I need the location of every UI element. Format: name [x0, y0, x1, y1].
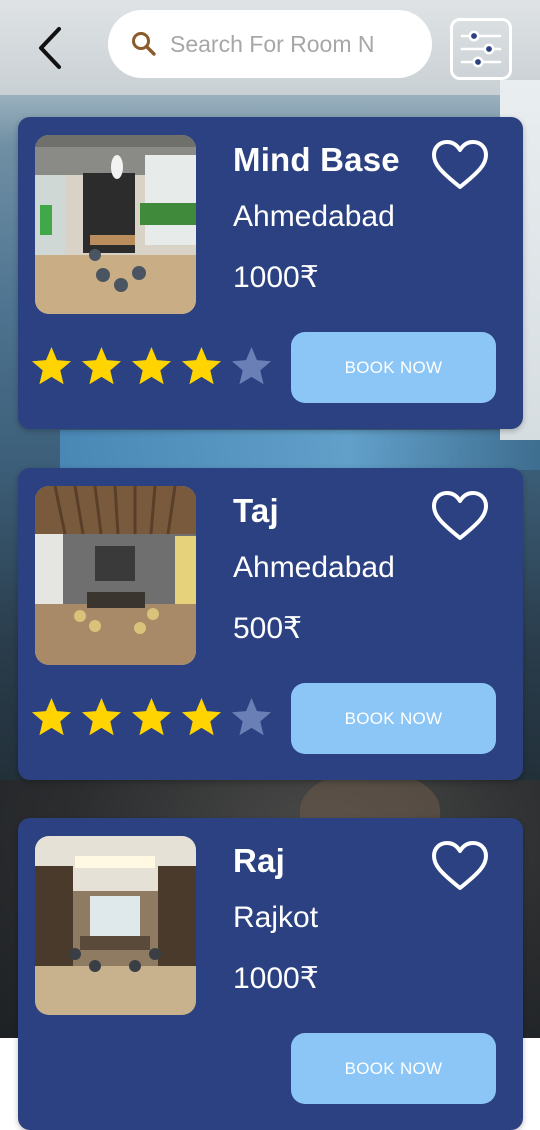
search-bar[interactable]	[108, 10, 432, 78]
star-empty-icon	[231, 697, 272, 736]
room-card[interactable]: Mind Base Ahmedabad 1000₹ BOOK NOW	[18, 117, 523, 429]
room-price: 1000₹	[233, 261, 319, 294]
rating-stars	[30, 696, 273, 740]
heart-icon[interactable]	[430, 838, 490, 894]
search-icon	[132, 32, 156, 56]
room-price: 1000₹	[233, 962, 319, 995]
room-name: Mind Base	[233, 141, 400, 178]
rating-stars	[30, 345, 273, 389]
star-icon	[31, 346, 72, 385]
room-city: Ahmedabad	[233, 551, 395, 584]
book-now-button[interactable]: BOOK NOW	[291, 332, 496, 403]
sliders-filter-icon	[460, 30, 502, 68]
heart-icon[interactable]	[430, 488, 490, 544]
search-input[interactable]	[170, 30, 380, 58]
star-icon	[131, 697, 172, 736]
filter-button[interactable]	[450, 18, 512, 80]
room-photo	[35, 486, 196, 665]
star-icon	[81, 697, 122, 736]
room-name: Taj	[233, 492, 279, 529]
room-city: Ahmedabad	[233, 200, 395, 233]
star-icon	[131, 346, 172, 385]
background-wall	[60, 430, 540, 470]
star-icon	[31, 697, 72, 736]
room-price: 500₹	[233, 612, 303, 645]
room-photo	[35, 135, 196, 314]
book-now-button[interactable]: BOOK NOW	[291, 683, 496, 754]
back-button[interactable]	[26, 22, 74, 74]
room-card[interactable]: Taj Ahmedabad 500₹ BOOK NOW	[18, 468, 523, 780]
room-name: Raj	[233, 842, 285, 879]
book-now-button[interactable]: BOOK NOW	[291, 1033, 496, 1104]
star-icon	[81, 346, 122, 385]
star-icon	[181, 346, 222, 385]
room-photo	[35, 836, 196, 1015]
heart-icon[interactable]	[430, 137, 490, 193]
star-empty-icon	[231, 346, 272, 385]
back-arrow-icon	[39, 27, 61, 69]
room-card[interactable]: Raj Rajkot 1000₹ BOOK NOW	[18, 818, 523, 1130]
star-icon	[181, 697, 222, 736]
room-city: Rajkot	[233, 901, 319, 934]
